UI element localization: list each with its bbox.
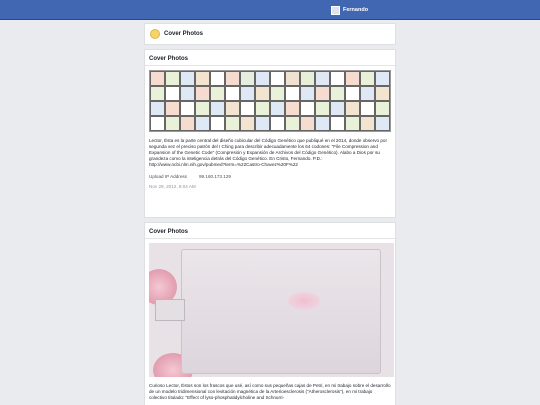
post-title: Cover Photos xyxy=(145,50,395,66)
post-description: Curioso Lector, Éstos son los frascos qu… xyxy=(149,383,391,400)
user-menu[interactable]: Fernando xyxy=(331,4,368,16)
upload-ip-value: 99.160.173.129 xyxy=(199,174,231,179)
post-card: Cover Photos Curioso Lector, Éstos son l… xyxy=(144,222,396,405)
flask-spot xyxy=(288,292,320,310)
flask-neck xyxy=(155,299,185,321)
post-title: Cover Photos xyxy=(145,223,395,239)
post-description: Lector, Ésta es la parte central del dis… xyxy=(149,138,388,167)
post-date[interactable]: Nov 29, 2012, 8:04 AM xyxy=(149,184,391,189)
album-icon xyxy=(150,29,160,39)
page-title: Cover Photos xyxy=(164,31,204,37)
top-bar: Fernando xyxy=(0,0,540,20)
page-header: Cover Photos xyxy=(144,23,396,45)
user-name[interactable]: Fernando xyxy=(343,7,368,13)
flask-photo[interactable] xyxy=(149,243,394,377)
upload-ip-row: Upload IP Address 99.160.173.129 xyxy=(149,173,391,180)
upload-ip-label: Upload IP Address xyxy=(149,174,187,179)
avatar[interactable] xyxy=(331,5,340,15)
post-card: Cover Photos Lector, Ésta es la parte ce… xyxy=(144,49,396,218)
genetic-code-image[interactable] xyxy=(149,70,391,132)
culture-flask xyxy=(181,249,381,374)
